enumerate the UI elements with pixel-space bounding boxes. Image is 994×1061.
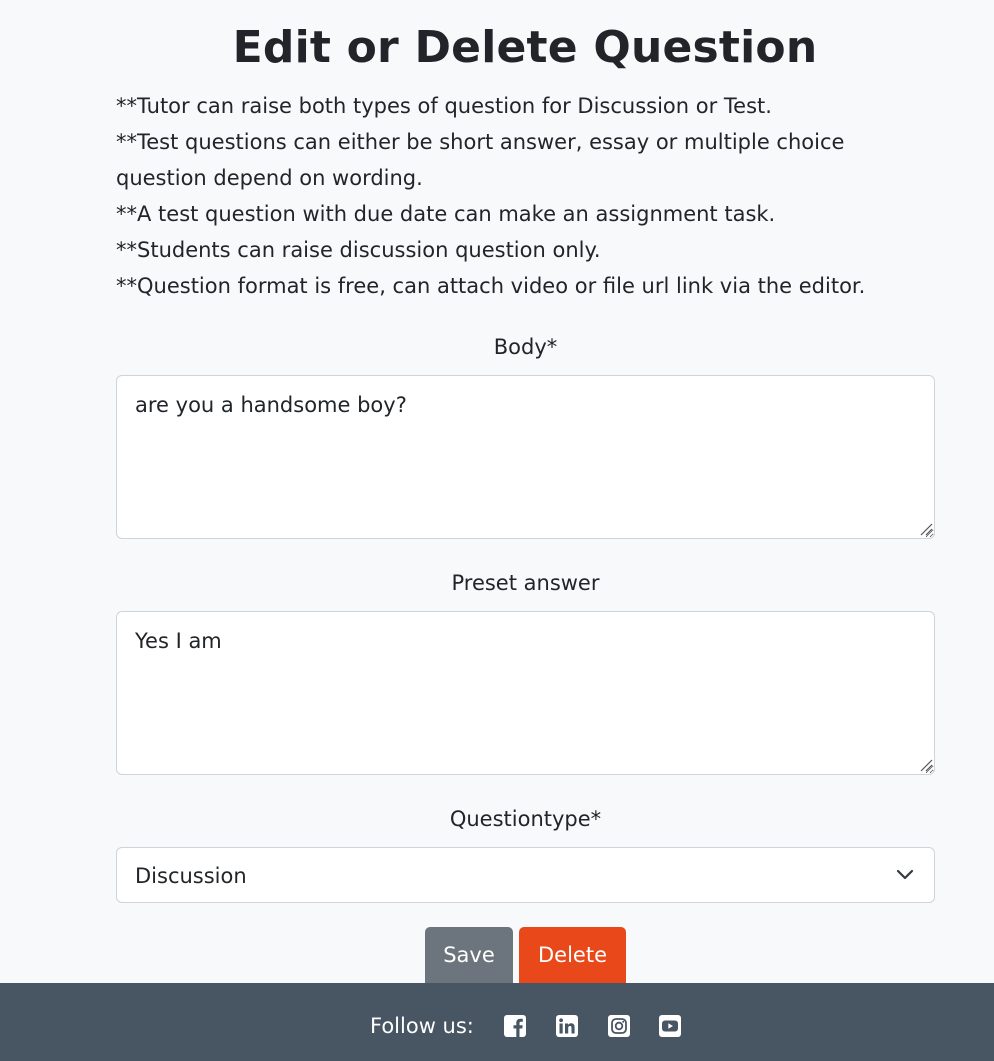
instruction-line: **Test questions can either be short ans… <box>116 130 845 154</box>
linkedin-icon[interactable] <box>556 1015 578 1037</box>
instructions: **Tutor can raise both types of question… <box>116 88 876 304</box>
follow-us-label: Follow us: <box>370 1014 474 1038</box>
instruction-line: question depend on wording. <box>116 166 423 190</box>
facebook-icon[interactable] <box>504 1015 526 1037</box>
instruction-line: **A test question with due date can make… <box>116 202 776 226</box>
delete-button[interactable]: Delete <box>519 927 626 983</box>
resize-grip-icon[interactable] <box>919 758 933 772</box>
question-type-value: Discussion <box>135 864 247 888</box>
instruction-line: **Students can raise discussion question… <box>116 238 601 262</box>
body-textarea[interactable]: are you a handsome boy? <box>116 375 935 539</box>
instruction-line: **Tutor can raise both types of question… <box>116 94 772 118</box>
save-button[interactable]: Save <box>425 927 513 983</box>
instruction-line: **Question format is free, can attach vi… <box>116 274 866 298</box>
youtube-icon[interactable] <box>659 1015 681 1037</box>
question-type-select[interactable]: Discussion <box>116 847 935 903</box>
question-type-label: Questiontype* <box>449 807 602 831</box>
page-title: Edit or Delete Question <box>232 22 818 73</box>
resize-grip-icon[interactable] <box>919 522 933 536</box>
instagram-icon[interactable] <box>608 1015 630 1037</box>
preset-answer-textarea[interactable]: Yes I am <box>116 611 935 775</box>
footer: Follow us: <box>0 983 994 1061</box>
chevron-down-icon <box>896 869 914 880</box>
preset-answer-label: Preset answer <box>451 571 600 595</box>
body-label: Body* <box>493 335 558 359</box>
